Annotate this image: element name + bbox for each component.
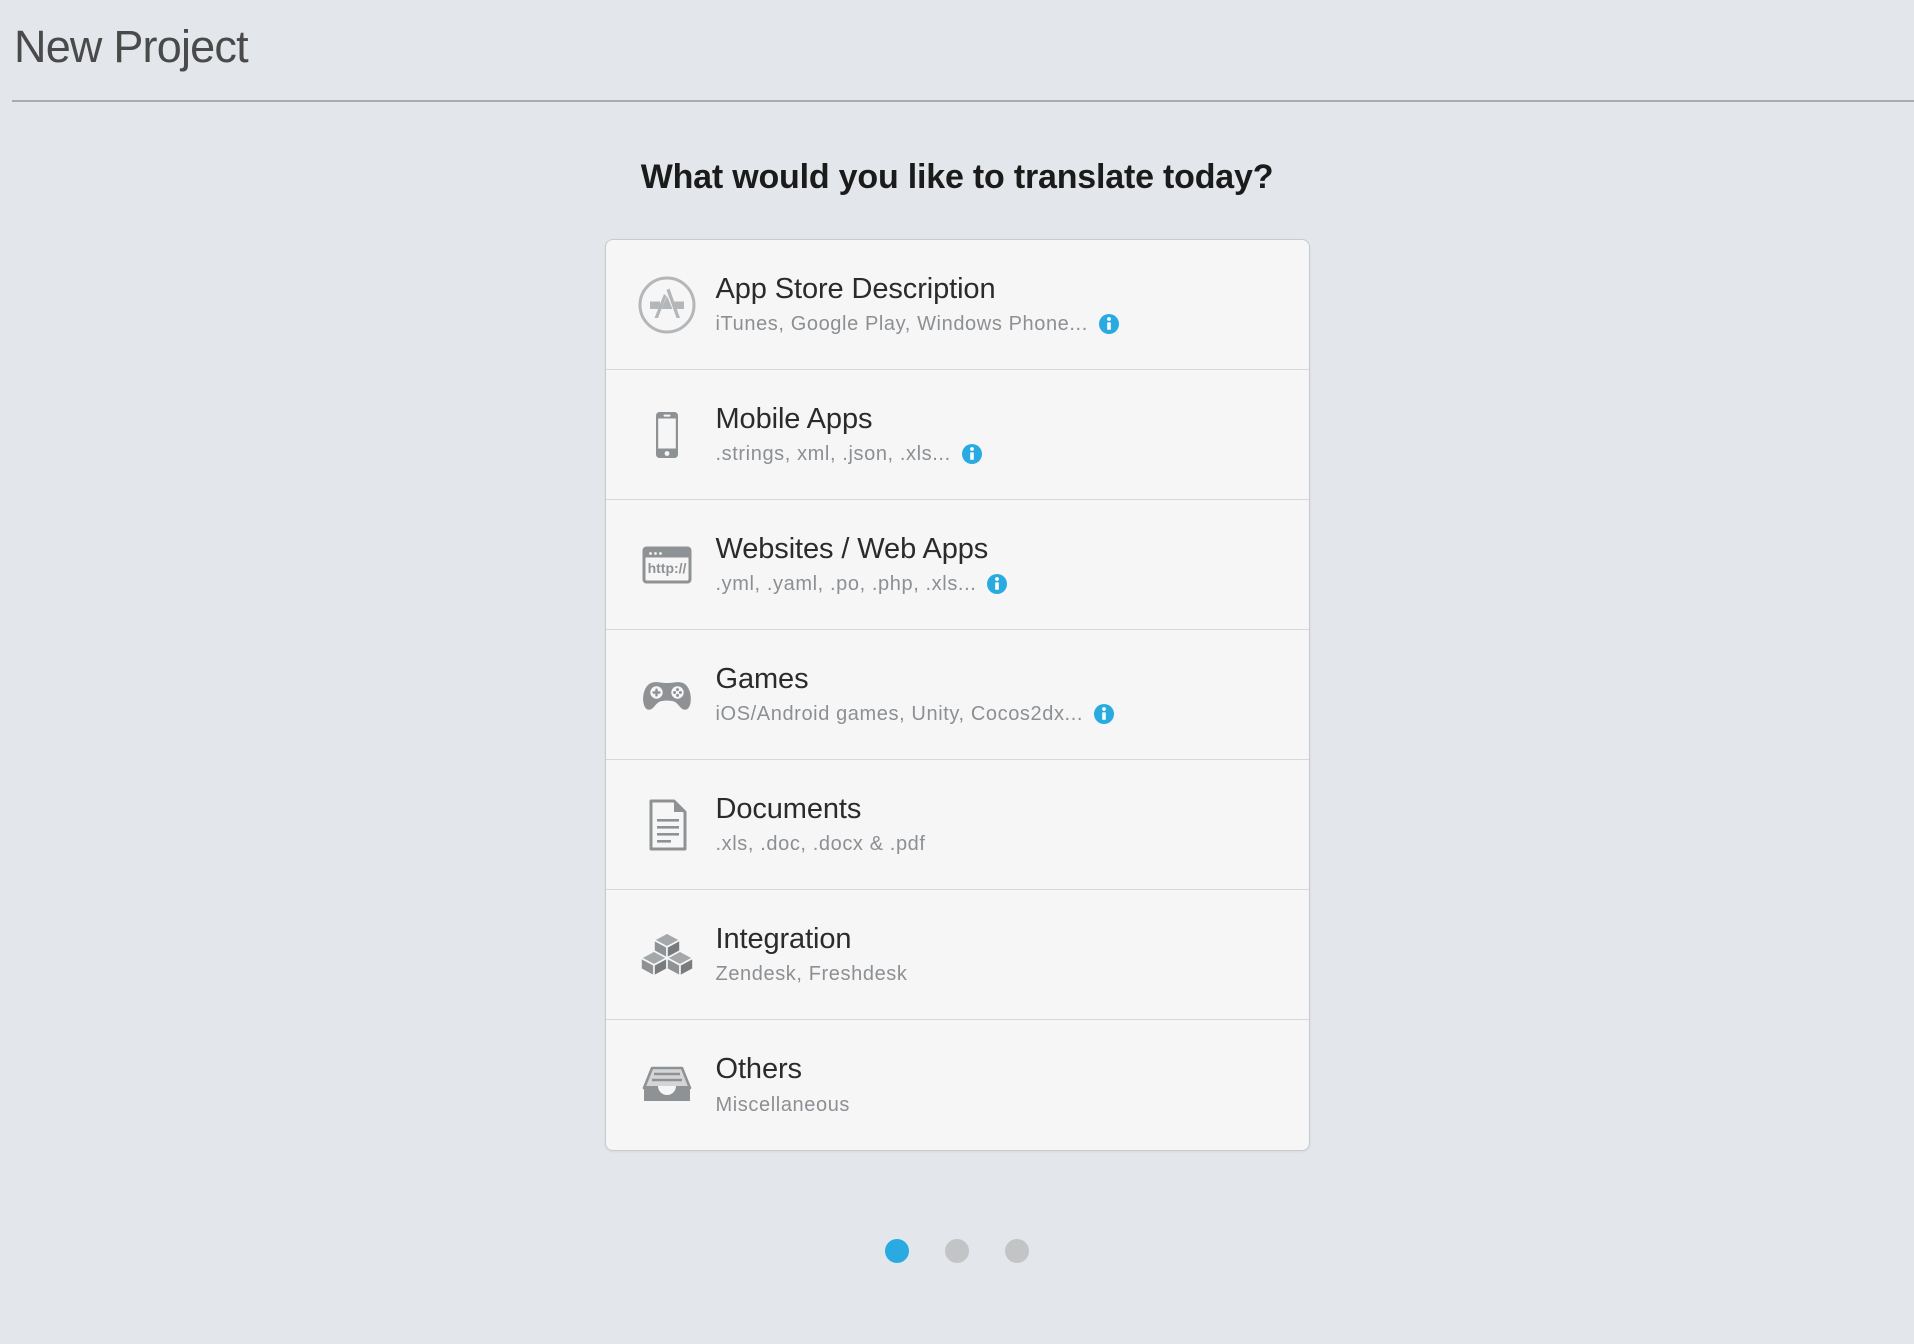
option-mobile-apps[interactable]: Mobile Apps .strings, xml, .json, .xls..… — [605, 370, 1309, 500]
info-icon[interactable] — [1094, 704, 1115, 725]
option-text: Integration Zendesk, Freshdesk — [716, 923, 908, 986]
option-subtitle: iOS/Android games, Unity, Cocos2dx... — [715, 703, 1084, 726]
option-websites-web-apps[interactable]: http:// Websites / Web Apps .yml, .yaml,… — [605, 500, 1309, 630]
document-page-icon — [630, 788, 704, 862]
option-others[interactable]: Others Miscellaneous — [606, 1020, 1309, 1150]
option-subtitle: .strings, xml, .json, .xls... — [715, 443, 951, 466]
option-subtitle: Miscellaneous — [715, 1093, 851, 1116]
option-text: Websites / Web Apps .yml, .yaml, .po, .p… — [716, 533, 1008, 596]
gamepad-icon — [630, 658, 704, 732]
app-store-icon — [630, 268, 704, 342]
cubes-icon — [630, 918, 704, 992]
option-subtitle-line: Miscellaneous — [716, 1093, 851, 1117]
browser-window-icon: http:// — [630, 528, 704, 602]
option-title: Games — [715, 662, 809, 695]
option-subtitle-line: iTunes, Google Play, Windows Phone... — [716, 312, 1119, 336]
option-title: Integration — [715, 922, 852, 955]
option-subtitle: .yml, .yaml, .po, .php, .xls... — [715, 573, 977, 596]
page-question: What would you like to translate today? — [640, 158, 1274, 196]
pager-dot-3[interactable] — [1005, 1239, 1029, 1263]
option-subtitle-line: .strings, xml, .json, .xls... — [716, 442, 982, 466]
mobile-phone-icon — [630, 398, 704, 472]
option-title: Mobile Apps — [715, 402, 873, 435]
svg-text:http://: http:// — [647, 560, 686, 576]
pager-dot-1[interactable] — [885, 1239, 909, 1263]
option-title: Documents — [715, 792, 862, 825]
carousel-pagination — [885, 1239, 1029, 1263]
main-content: What would you like to translate today? … — [0, 102, 1914, 1263]
option-text: Others Miscellaneous — [716, 1053, 851, 1116]
page-title: New Project — [14, 21, 249, 72]
option-text: Documents .xls, .doc, .docx & .pdf — [716, 793, 926, 856]
option-title: Websites / Web Apps — [715, 532, 989, 565]
option-subtitle: Zendesk, Freshdesk — [715, 963, 908, 986]
project-type-list: App Store Description iTunes, Google Pla… — [604, 239, 1310, 1151]
option-subtitle: .xls, .doc, .docx & .pdf — [715, 833, 926, 856]
option-subtitle-line: iOS/Android games, Unity, Cocos2dx... — [716, 702, 1115, 726]
option-integration[interactable]: Integration Zendesk, Freshdesk — [605, 890, 1309, 1020]
option-subtitle-line: .xls, .doc, .docx & .pdf — [716, 832, 926, 856]
option-text: Mobile Apps .strings, xml, .json, .xls..… — [716, 403, 982, 466]
option-subtitle-line: .yml, .yaml, .po, .php, .xls... — [716, 572, 1008, 596]
inbox-tray-icon — [630, 1048, 704, 1122]
option-games[interactable]: Games iOS/Android games, Unity, Cocos2dx… — [605, 630, 1309, 760]
option-subtitle: iTunes, Google Play, Windows Phone... — [715, 313, 1088, 336]
option-subtitle-line: Zendesk, Freshdesk — [716, 962, 908, 986]
option-app-store-description[interactable]: App Store Description iTunes, Google Pla… — [605, 240, 1309, 370]
option-documents[interactable]: Documents .xls, .doc, .docx & .pdf — [605, 760, 1309, 890]
option-title: Others — [715, 1053, 803, 1086]
info-icon[interactable] — [961, 444, 982, 465]
option-text: Games iOS/Android games, Unity, Cocos2dx… — [716, 663, 1115, 726]
option-title: App Store Description — [715, 272, 996, 305]
option-text: App Store Description iTunes, Google Pla… — [716, 273, 1119, 336]
page-header: New Project — [0, 0, 1914, 100]
info-icon[interactable] — [987, 574, 1008, 595]
pager-dot-2[interactable] — [945, 1239, 969, 1263]
info-icon[interactable] — [1098, 314, 1119, 335]
